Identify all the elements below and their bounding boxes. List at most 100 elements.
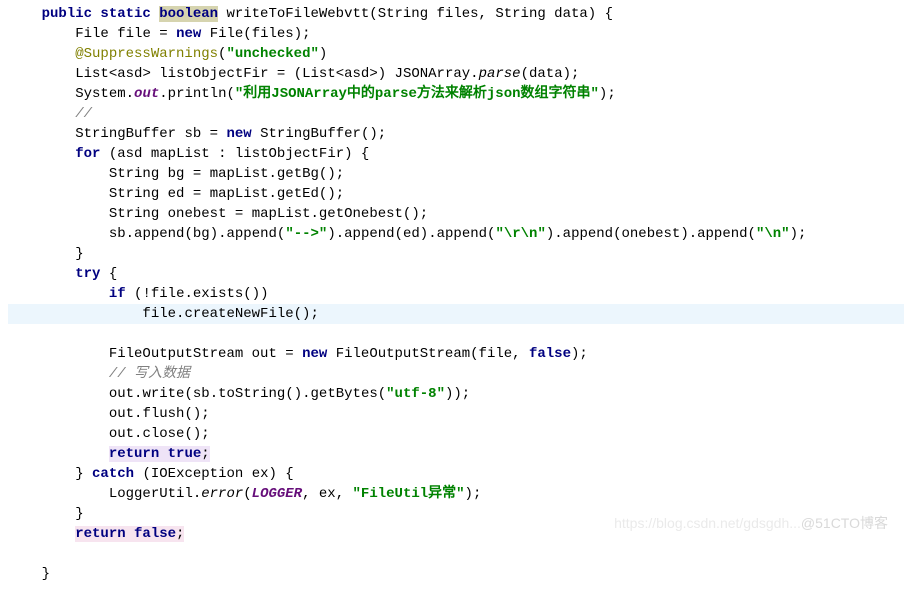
code-token: . xyxy=(311,206,319,222)
code-token: append xyxy=(344,226,394,242)
code-line[interactable]: System.out.println("利用JSONArray中的parse方法… xyxy=(8,84,904,104)
code-token xyxy=(159,166,167,182)
code-line[interactable]: List<asd> listObjectFir = (List<asd>) JS… xyxy=(8,64,904,84)
code-token: ) { xyxy=(344,146,369,162)
code-token: ; xyxy=(176,526,184,542)
code-line[interactable]: String bg = mapList.getBg(); xyxy=(8,164,904,184)
code-line[interactable]: return true; xyxy=(8,444,904,464)
code-line[interactable]: String onebest = mapList.getOnebest(); xyxy=(8,204,904,224)
code-token: toString xyxy=(218,386,285,402)
code-token: String xyxy=(109,206,159,222)
code-token: createNewFile xyxy=(184,306,293,322)
code-token: error xyxy=(201,486,243,502)
code-token: sb xyxy=(109,226,126,242)
code-token: boolean xyxy=(159,6,218,22)
code-line[interactable]: public static boolean writeToFileWebvtt(… xyxy=(8,4,904,24)
code-token: parse xyxy=(479,66,521,82)
code-line[interactable]: return false; xyxy=(8,524,904,544)
code-line[interactable]: LoggerUtil.error(LOGGER, ex, "FileUtil异常… xyxy=(8,484,904,504)
code-token: ( xyxy=(613,226,621,242)
code-token: for xyxy=(75,146,100,162)
code-token: ); xyxy=(465,486,482,502)
code-token xyxy=(546,6,554,22)
code-token: (! xyxy=(126,286,151,302)
code-token: files xyxy=(437,6,479,22)
code-token: write xyxy=(142,386,184,402)
code-token: onebest xyxy=(622,226,681,242)
code-token: ( xyxy=(243,26,251,42)
code-line[interactable]: } xyxy=(8,564,904,584)
code-line[interactable]: // xyxy=(8,104,904,124)
code-line[interactable]: } xyxy=(8,504,904,524)
code-token: StringBuffer xyxy=(75,126,176,142)
code-token: ). xyxy=(546,226,563,242)
code-line[interactable]: @SuppressWarnings("unchecked") xyxy=(8,44,904,64)
code-token xyxy=(327,346,335,362)
code-token: return false xyxy=(75,526,176,542)
code-token: catch xyxy=(92,466,134,482)
code-token: } xyxy=(75,246,83,262)
code-token: LOGGER xyxy=(252,486,302,502)
code-line[interactable]: out.flush(); xyxy=(8,404,904,424)
code-line[interactable]: if (!file.exists()) xyxy=(8,284,904,304)
code-line[interactable]: // 写入数据 xyxy=(8,364,904,384)
code-token xyxy=(109,26,117,42)
code-token: FileOutputStream xyxy=(109,346,243,362)
code-line[interactable]: String ed = mapList.getEd(); xyxy=(8,184,904,204)
code-token: . xyxy=(126,226,134,242)
code-line[interactable]: } xyxy=(8,244,904,264)
code-line[interactable]: out.close(); xyxy=(8,424,904,444)
code-token: "utf-8" xyxy=(386,386,445,402)
code-token: = xyxy=(226,206,251,222)
code-line[interactable]: out.write(sb.toString().getBytes("utf-8"… xyxy=(8,384,904,404)
code-line[interactable] xyxy=(8,544,904,564)
code-token: ); xyxy=(563,66,580,82)
code-line[interactable]: FileOutputStream out = new FileOutputStr… xyxy=(8,344,904,364)
code-token: new xyxy=(226,126,251,142)
code-token: ( xyxy=(369,6,377,22)
code-token: ( xyxy=(243,486,251,502)
code-editor[interactable]: public static boolean writeToFileWebvtt(… xyxy=(0,0,904,592)
code-token: ) { xyxy=(588,6,613,22)
code-line[interactable]: } catch (IOException ex) { xyxy=(8,464,904,484)
code-token: (); xyxy=(184,406,209,422)
code-token: ed xyxy=(168,186,185,202)
code-token: String xyxy=(109,166,159,182)
code-token: out xyxy=(134,86,159,102)
code-token: ( xyxy=(470,346,478,362)
code-line[interactable]: sb.append(bg).append("-->").append(ed).a… xyxy=(8,224,904,244)
code-token: ). xyxy=(420,226,437,242)
code-token: (). xyxy=(285,386,310,402)
code-token: "unchecked" xyxy=(226,46,318,62)
code-token: asd xyxy=(117,66,142,82)
code-token: System xyxy=(75,86,125,102)
code-token: asd xyxy=(344,66,369,82)
code-token: < xyxy=(336,66,344,82)
code-token: files xyxy=(252,26,294,42)
code-line[interactable]: File file = new File(files); xyxy=(8,24,904,44)
code-token: getEd xyxy=(277,186,319,202)
code-token: String xyxy=(109,186,159,202)
code-token: , xyxy=(512,346,529,362)
code-line[interactable]: try { xyxy=(8,264,904,284)
code-token: ( xyxy=(395,226,403,242)
code-token: ); xyxy=(790,226,807,242)
code-token: mapList xyxy=(210,166,269,182)
code-token xyxy=(159,186,167,202)
code-token: { xyxy=(100,266,117,282)
code-token: ( xyxy=(521,66,529,82)
code-token: . xyxy=(159,86,167,102)
code-token: ex xyxy=(252,466,269,482)
code-line[interactable]: StringBuffer sb = new StringBuffer(); xyxy=(8,124,904,144)
code-token: if xyxy=(109,286,126,302)
code-token: = xyxy=(184,186,209,202)
code-token: FileOutputStream xyxy=(336,346,470,362)
code-line[interactable] xyxy=(8,324,904,344)
code-token: ed xyxy=(403,226,420,242)
code-line[interactable]: file.createNewFile(); xyxy=(8,304,904,324)
code-token: bg xyxy=(168,166,185,182)
code-line[interactable]: for (asd mapList : listObjectFir) { xyxy=(8,144,904,164)
code-token: , xyxy=(302,486,319,502)
code-token: out xyxy=(252,346,277,362)
code-token: append xyxy=(437,226,487,242)
